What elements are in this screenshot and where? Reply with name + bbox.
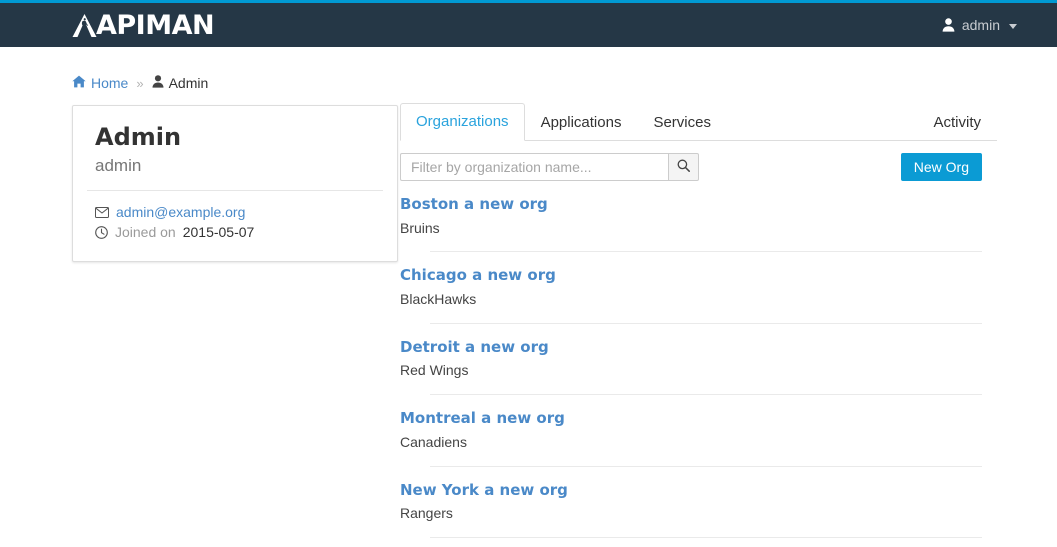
organization-description: Bruins [400,219,440,236]
main-column: Organizations Applications Services Acti… [400,102,997,547]
breadcrumb-separator: » [136,75,144,91]
profile-joined-date: 2015-05-07 [182,223,255,240]
breadcrumb-current-label: Admin [168,75,209,91]
user-icon [942,18,955,32]
tab-applications[interactable]: Applications [525,104,638,142]
search-button[interactable] [668,153,699,181]
breadcrumb-home-label: Home [91,75,129,91]
brand-name: APIMAN [96,9,215,41]
organization-list: Boston a new org Bruins Chicago a new or… [400,191,997,547]
tab-services[interactable]: Services [637,104,727,142]
organization-description: Rangers [400,505,453,522]
organization-link[interactable]: New York a new org [400,481,997,501]
tab-activity[interactable]: Activity [917,104,997,142]
apiman-logo-icon [72,13,98,38]
profile-joined-row: Joined on 2015-05-07 [95,223,375,242]
profile-email-row: admin@example.org [95,203,375,222]
clock-icon [95,225,108,239]
organization-filter-input[interactable] [400,153,668,181]
profile-email-link[interactable]: admin@example.org [116,203,245,222]
sidebar-column: Admin admin admin@example.org Joined on … [72,105,400,262]
profile-username: admin [95,155,142,175]
organization-description: Canadiens [400,433,467,450]
top-navbar: APIMAN admin [0,3,1057,47]
list-divider [430,394,982,396]
profile-name: Admin [95,123,182,151]
list-divider [430,322,982,324]
list-item: Chicago a new org BlackHawks [400,266,997,308]
list-divider [430,536,982,538]
profile-card-body: admin@example.org Joined on 2015-05-07 [73,191,397,261]
new-org-button[interactable]: New Org [900,153,982,181]
content-row: Admin admin admin@example.org Joined on … [60,102,997,547]
user-menu-dropdown[interactable]: admin [938,11,1021,39]
list-divider [430,465,982,467]
list-divider [430,251,982,253]
brand-logo-link[interactable]: APIMAN [72,3,215,47]
tab-applications-label: Applications [540,113,622,131]
chevron-down-icon [1009,23,1017,29]
organization-link[interactable]: Chicago a new org [400,266,997,286]
breadcrumb-current: Admin [152,75,209,91]
tab-activity-label: Activity [933,113,981,131]
organization-link[interactable]: Montreal a new org [400,409,997,429]
filter-toolbar: New Org [400,141,997,191]
envelope-icon [95,206,109,218]
list-item: New York a new org Rangers [400,481,997,523]
user-menu-label: admin [961,17,1000,33]
user-icon [152,75,164,91]
organization-description: Red Wings [400,362,469,379]
organization-link[interactable]: Boston a new org [400,195,997,215]
profile-card-header: Admin admin [73,106,397,190]
filter-input-group [400,153,699,181]
organization-link[interactable]: Detroit a new org [400,338,997,358]
organization-description: BlackHawks [400,290,477,307]
profile-joined-label: Joined on [115,223,176,240]
tab-organizations[interactable]: Organizations [400,102,525,141]
list-item: Detroit a new org Red Wings [400,338,997,380]
page-container: Home » Admin Admin admin admin@example.o… [0,47,1057,547]
tab-services-label: Services [653,113,711,131]
tab-bar: Organizations Applications Services Acti… [400,102,997,142]
tab-organizations-label: Organizations [416,112,509,130]
breadcrumb-home-link[interactable]: Home [72,75,128,91]
breadcrumb: Home » Admin [60,47,997,105]
list-item: Boston a new org Bruins [400,195,997,237]
list-item: Montreal a new org Canadiens [400,409,997,451]
search-icon [677,159,690,175]
home-icon [72,75,86,91]
profile-card: Admin admin admin@example.org Joined on … [72,105,398,262]
